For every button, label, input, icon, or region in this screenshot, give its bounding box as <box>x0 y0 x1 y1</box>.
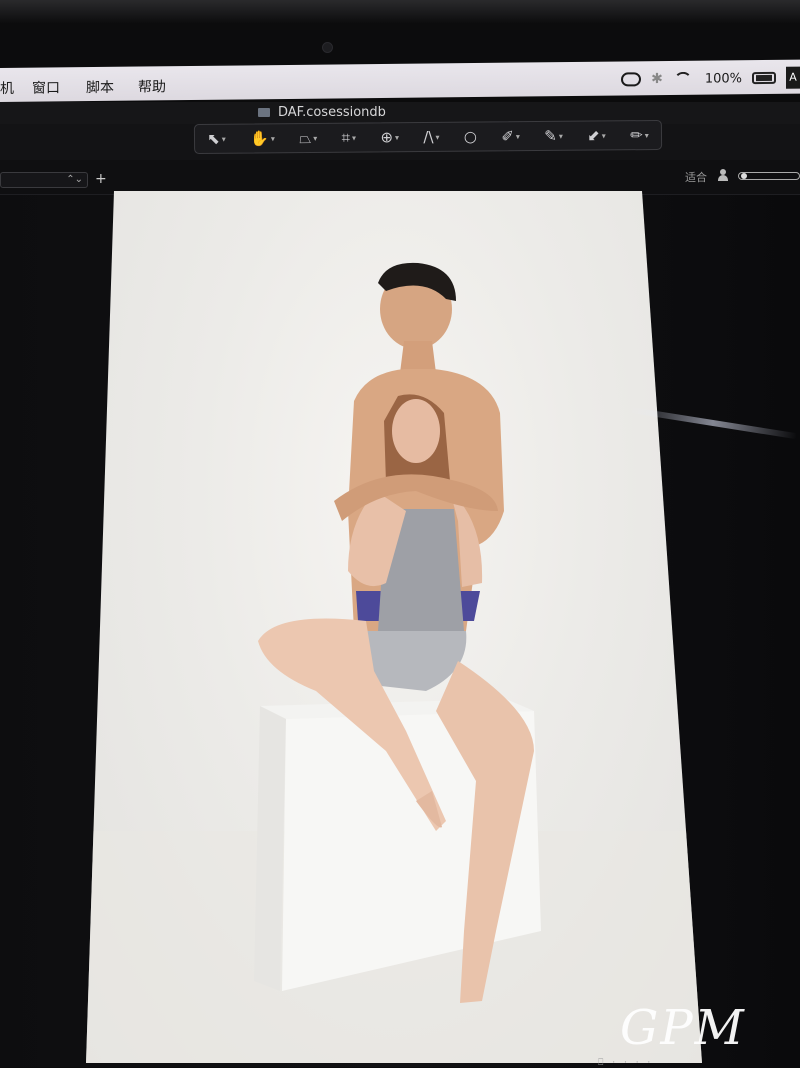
brush-tool-icon[interactable]: ✏ ▾ <box>630 126 649 144</box>
menu-item-window[interactable]: 窗口 <box>32 77 60 97</box>
photo-preview[interactable] <box>86 191 702 1063</box>
battery-percent: 100% <box>704 70 742 87</box>
camera-icon <box>322 42 333 53</box>
view-select[interactable]: ⌃⌄ <box>0 172 88 188</box>
add-icon[interactable]: + <box>95 171 107 187</box>
user-menu-icon[interactable]: A <box>786 66 800 89</box>
circle-tool-icon[interactable]: ○ <box>464 128 477 146</box>
keystone-tool-icon[interactable]: ⏢ ▾ <box>299 129 317 147</box>
zoom-slider[interactable] <box>738 172 800 180</box>
crop-tool-icon[interactable]: ⌗ ▾ <box>342 129 357 147</box>
rotate-tool-icon[interactable]: ⊕ ▾ <box>380 128 399 146</box>
document-title: DAF.cosessiondb <box>278 105 386 120</box>
menu-item-app[interactable]: 机 <box>0 78 14 98</box>
cursor-toolbar: ⬉ ▾ ✋ ▾ ⏢ ▾ ⌗ ▾ ⊕ ▾ /\ ▾ ○ ✐ ▾ ✎ ▾ ⬋ ▾ ✏ ▾ <box>193 119 663 155</box>
screen-bezel <box>0 0 800 68</box>
zoom-slider-knob[interactable] <box>741 173 747 179</box>
photo-figures <box>86 262 702 1063</box>
picker-tool-icon[interactable]: ✐ ▾ <box>501 127 520 145</box>
bluetooth-icon[interactable]: ✱ <box>651 71 663 87</box>
viewer-options-bar: ⌃⌄ + 适合 <box>0 160 800 195</box>
fill-tool-icon[interactable]: ⬋ ▾ <box>587 126 606 145</box>
wifi-icon[interactable] <box>673 72 695 86</box>
menu-item-script[interactable]: 脚本 <box>86 77 114 97</box>
menu-bar: 机 窗口 脚本 帮助 ✱ 100% A <box>0 59 800 102</box>
status-area: ✱ 100% A <box>621 66 800 91</box>
eyedropper-tool-icon[interactable]: ✎ ▾ <box>544 127 563 145</box>
zoom-fit-label[interactable]: 适合 <box>685 169 707 185</box>
pan-tool-icon[interactable]: ✋ ▾ <box>250 129 275 147</box>
watermark-logo: GPM <box>620 1000 746 1056</box>
person-icon[interactable] <box>718 169 728 181</box>
straighten-tool-icon[interactable]: /\ ▾ <box>423 128 439 146</box>
creative-cloud-icon[interactable] <box>621 72 642 87</box>
window-title-bar: DAF.cosessiondb <box>0 102 800 124</box>
select-tool-icon[interactable]: ⬉ ▾ <box>207 130 226 148</box>
document-icon <box>258 108 270 117</box>
menu-item-help[interactable]: 帮助 <box>138 76 166 96</box>
battery-icon[interactable] <box>752 71 776 85</box>
